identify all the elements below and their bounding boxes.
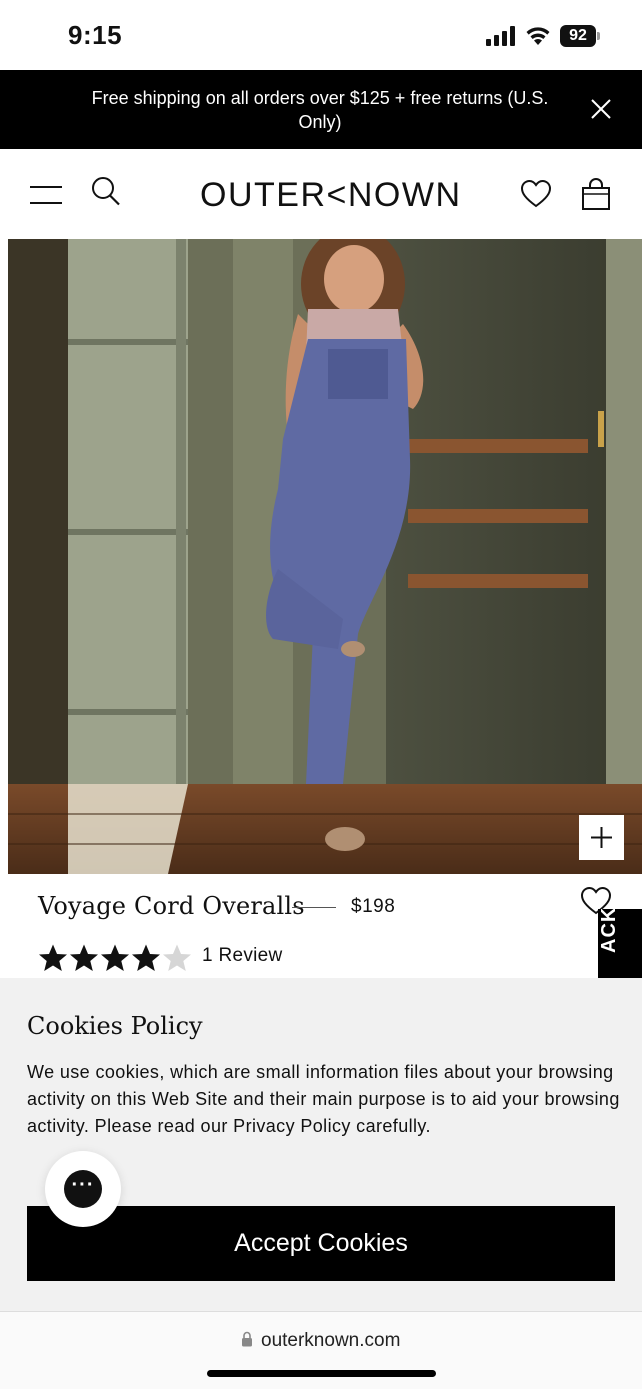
product-image[interactable] <box>8 239 642 874</box>
star-filled-icon <box>70 944 98 971</box>
star-empty-icon <box>163 944 191 971</box>
zoom-button[interactable] <box>579 815 624 860</box>
signal-icon <box>486 26 515 46</box>
status-time: 9:15 <box>68 20 123 50</box>
review-count-link[interactable]: 1 Review <box>202 945 283 967</box>
battery-icon: 92 <box>560 25 600 47</box>
product-price: $198 <box>351 896 396 917</box>
status-bar: 9:15 92 <box>0 0 642 70</box>
shopping-bag-icon[interactable] <box>580 177 612 211</box>
cookies-body: We use cookies, which are small informat… <box>27 1062 620 1136</box>
heart-icon[interactable] <box>520 179 552 209</box>
cookies-title: Cookies Policy <box>27 1012 203 1040</box>
chat-bubble-icon: ··· <box>64 1170 102 1208</box>
star-filled-icon <box>39 944 67 971</box>
cookie-banner: Cookies Policy We use cookies, which are… <box>0 978 642 1311</box>
browser-url-bar: outerknown.com <box>0 1311 642 1389</box>
star-filled-icon <box>101 944 129 971</box>
promo-text: Free shipping on all orders over $125 + … <box>91 88 549 132</box>
lock-icon <box>242 1331 252 1347</box>
wifi-icon <box>526 27 550 45</box>
feedback-tab[interactable]: ACK <box>598 909 642 981</box>
battery-level: 92 <box>560 25 596 47</box>
feedback-tab-label: ACK <box>598 909 620 953</box>
brand-logo[interactable]: OUTER<NOWN <box>200 175 460 215</box>
url-text[interactable]: outerknown.com <box>261 1330 400 1352</box>
title-divider <box>292 907 336 908</box>
battery-tip <box>597 32 600 40</box>
site-header: OUTER<NOWN <box>0 149 642 239</box>
menu-icon[interactable] <box>30 184 62 206</box>
close-icon[interactable] <box>588 96 614 122</box>
star-filled-icon <box>132 944 160 971</box>
chat-button[interactable]: ··· <box>45 1151 121 1227</box>
search-icon[interactable] <box>90 176 122 208</box>
product-title: Voyage Cord Overalls <box>38 892 305 920</box>
promo-banner: Free shipping on all orders over $125 + … <box>0 70 642 149</box>
product-photo <box>8 239 642 874</box>
accept-cookies-button[interactable]: Accept Cookies <box>27 1206 615 1281</box>
home-indicator <box>207 1370 436 1377</box>
